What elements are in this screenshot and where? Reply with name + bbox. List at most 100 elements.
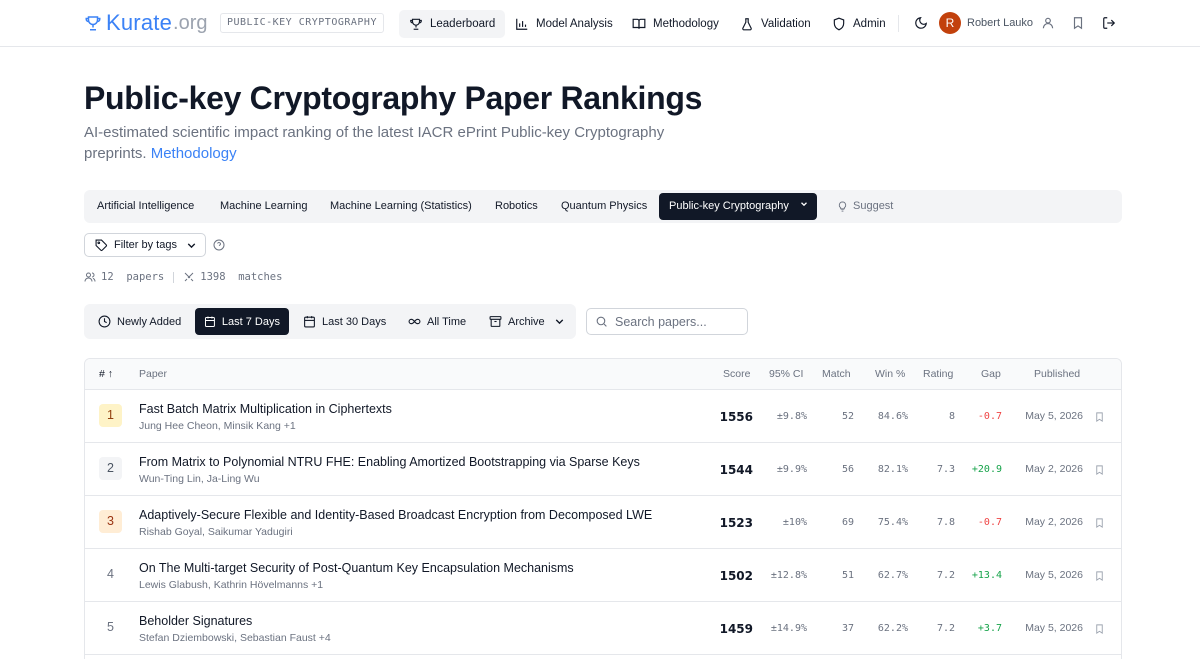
col-match[interactable]: Match [822, 368, 851, 380]
profile-button[interactable] [1039, 14, 1057, 32]
col-score[interactable]: Score [723, 368, 750, 380]
calendar-icon [304, 316, 315, 328]
tab-machine-learning[interactable]: Machine Learning [210, 193, 317, 220]
paper-authors: Stefan Dziembowski, Sebastian Faust +4 [139, 632, 331, 644]
match-count: 69 [841, 517, 854, 528]
col-rating[interactable]: Rating [923, 368, 953, 380]
ci: ±10% [782, 517, 807, 528]
book-icon [632, 18, 646, 29]
flask-icon [742, 18, 752, 31]
col-win[interactable]: Win % [875, 368, 905, 380]
published-date: May 5, 2026 [1025, 569, 1083, 581]
range-all-time[interactable]: All Time [399, 308, 475, 335]
rank-badge: 5 [107, 620, 114, 634]
tab-label: Public-key Cryptography [669, 200, 789, 212]
published-date: May 5, 2026 [1025, 410, 1083, 422]
col-published[interactable]: Published [1034, 368, 1080, 380]
search-box [586, 308, 748, 335]
col-gap[interactable]: Gap [981, 368, 1001, 380]
sort-arrow-icon: ↑ [107, 368, 114, 380]
methodology-link[interactable]: Methodology [151, 145, 237, 162]
category-badge: PUBLIC-KEY CRYPTOGRAPHY [220, 13, 384, 33]
nav-label: Admin [853, 18, 886, 30]
published-date: May 5, 2026 [1025, 622, 1083, 634]
bookmark-button[interactable] [1094, 622, 1105, 634]
score: 1523 [719, 516, 753, 530]
table-row[interactable]: 2 From Matrix to Polynomial NTRU FHE: En… [85, 443, 1121, 496]
nav-admin[interactable]: Admin [822, 10, 896, 38]
range-last-7-days[interactable]: Last 7 Days [195, 308, 289, 335]
tab-artificial-intelligence[interactable]: Artificial Intelligence [87, 193, 204, 220]
bar-chart-icon [516, 18, 528, 30]
rank-badge: 2 [99, 457, 122, 480]
page-subtitle: AI-estimated scientific impact ranking o… [84, 122, 684, 164]
nav-leaderboard[interactable]: Leaderboard [399, 10, 506, 38]
nav-methodology[interactable]: Methodology [622, 10, 729, 38]
nav-validation[interactable]: Validation [730, 10, 821, 38]
category-tabs: Artificial Intelligence Machine Learning… [84, 190, 1122, 223]
filter-by-tags-button[interactable]: Filter by tags [84, 233, 206, 257]
swords-icon [184, 272, 194, 282]
theme-toggle[interactable] [912, 14, 930, 32]
bookmark-icon [1096, 465, 1103, 475]
bookmark-button[interactable] [1094, 463, 1105, 475]
bookmark-icon [1096, 571, 1103, 581]
avatar[interactable]: R [939, 12, 961, 34]
paper-title[interactable]: Beholder Signatures [139, 614, 252, 628]
bookmark-button[interactable] [1094, 569, 1105, 581]
nav-label: Validation [761, 18, 811, 30]
range-label: Last 7 Days [221, 315, 280, 328]
ci: ±14.9% [770, 623, 807, 634]
bookmark-button[interactable] [1094, 410, 1105, 422]
help-icon[interactable] [213, 239, 225, 251]
nav-model-analysis[interactable]: Model Analysis [505, 10, 623, 38]
table-row[interactable]: 3 Adaptively-Secure Flexible and Identit… [85, 496, 1121, 549]
win-percent: 75.4% [877, 517, 908, 528]
gap: +13.4 [971, 570, 1002, 581]
trophy-icon [410, 18, 422, 30]
col-paper[interactable]: Paper [139, 368, 167, 380]
bookmark-icon [1096, 412, 1103, 422]
rating: 8 [948, 411, 955, 422]
range-newly-added[interactable]: Newly Added [89, 308, 190, 335]
rating: 7.2 [936, 570, 955, 581]
paper-title[interactable]: Fast Batch Matrix Multiplication in Ciph… [139, 402, 392, 416]
gap: +20.9 [971, 464, 1002, 475]
suggest-label: Suggest [853, 200, 894, 212]
tab-quantum-physics[interactable]: Quantum Physics [551, 193, 657, 220]
bookmarks-button[interactable] [1069, 14, 1087, 32]
calendar-icon [204, 316, 215, 327]
paper-title[interactable]: From Matrix to Polynomial NTRU FHE: Enab… [139, 455, 640, 469]
win-percent: 82.1% [877, 464, 908, 475]
col-rank[interactable]: # ↑ [99, 368, 113, 380]
range-last-30-days[interactable]: Last 30 Days [294, 308, 395, 335]
bookmark-button[interactable] [1094, 516, 1105, 528]
bookmark-icon [1096, 624, 1103, 634]
filter-label: Filter by tags [114, 239, 177, 251]
logo[interactable]: Kurate .org [84, 10, 208, 36]
table-row[interactable]: 1 Fast Batch Matrix Multiplication in Ci… [85, 390, 1121, 443]
table-header: # ↑ Paper Score 95% CI Match Win % Ratin… [85, 359, 1121, 390]
logout-button[interactable] [1100, 14, 1118, 32]
chevron-down-icon [555, 319, 563, 325]
range-label: Newly Added [117, 315, 182, 328]
table-row[interactable]: 4 On The Multi-target Security of Post-Q… [85, 549, 1121, 602]
tag-icon [95, 239, 107, 251]
range-archive[interactable]: Archive [480, 308, 575, 335]
table-row[interactable]: 5 Beholder Signatures Stefan Dziembowski… [85, 602, 1121, 655]
rank-badge: 4 [107, 567, 114, 581]
tab-public-key-cryptography[interactable]: Public-key Cryptography [659, 193, 817, 220]
top-nav: Kurate .org PUBLIC-KEY CRYPTOGRAPHY Leade… [0, 0, 1200, 47]
trophy-icon [85, 16, 101, 31]
col-ci[interactable]: 95% CI [769, 368, 803, 380]
chevron-down-icon [187, 242, 196, 248]
paper-title[interactable]: Adaptively-Secure Flexible and Identity-… [139, 508, 652, 522]
paper-authors: Rishab Goyal, Saikumar Yadugiri [139, 526, 293, 538]
nav-divider [898, 15, 899, 32]
paper-title[interactable]: On The Multi-target Security of Post-Qua… [139, 561, 574, 575]
user-name[interactable]: Robert Lauko [967, 17, 1033, 29]
suggest-button[interactable]: Suggest [827, 193, 903, 220]
tab-robotics[interactable]: Robotics [485, 193, 548, 220]
tab-machine-learning-statistics[interactable]: Machine Learning (Statistics) [320, 193, 482, 220]
search-input[interactable] [615, 314, 745, 329]
